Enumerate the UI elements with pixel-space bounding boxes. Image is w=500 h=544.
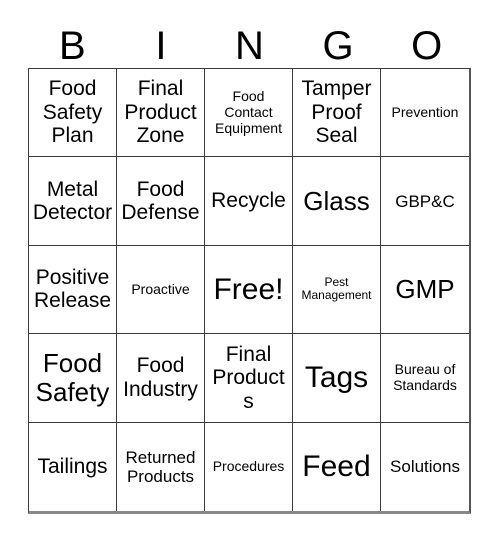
bingo-grid: Food Safety Plan Final Product Zone Food…: [28, 68, 471, 514]
bingo-cell-label: Recycle: [211, 189, 286, 213]
bingo-cell-label: GBP&C: [395, 191, 455, 211]
bingo-cell-label: Tags: [304, 361, 369, 395]
bingo-cell[interactable]: Glass: [293, 157, 381, 246]
bingo-cell-label: Returned Products: [125, 447, 196, 486]
bingo-cell[interactable]: Final Product Zone: [117, 69, 205, 158]
bingo-cell-label: Metal Detector: [32, 177, 113, 225]
bingo-cell-label: Food Safety: [35, 347, 110, 407]
bingo-header: B I N G O: [28, 18, 471, 68]
bingo-cell-label: Prevention: [391, 103, 459, 120]
bingo-cell[interactable]: Prevention: [381, 69, 469, 158]
bingo-cell-label: Food Defense: [121, 177, 200, 225]
bingo-cell[interactable]: Food Safety: [29, 334, 117, 423]
bingo-cell-label: Tailings: [37, 455, 108, 479]
bingo-cell[interactable]: GMP: [381, 245, 469, 335]
bingo-cell-label: Food Safety Plan: [42, 77, 103, 148]
bingo-cell[interactable]: Final Products: [205, 334, 293, 423]
bingo-cell-label: Bureau of Standards: [393, 361, 457, 393]
bingo-card: B I N G O Food Safety Plan Final Product…: [0, 0, 500, 544]
bingo-cell-label: Free!: [213, 272, 284, 306]
bingo-cell[interactable]: Procedures: [205, 422, 293, 511]
bingo-cell[interactable]: Metal Detector: [29, 157, 117, 246]
bingo-cell[interactable]: GBP&C: [381, 157, 469, 246]
bingo-cell[interactable]: Tailings: [29, 422, 117, 511]
bingo-cell[interactable]: Tamper Proof Seal: [293, 69, 381, 158]
bingo-cell-label: Pest Management: [301, 275, 372, 303]
bingo-cell-label: GMP: [395, 273, 455, 304]
bingo-cell-label: Positive Release: [33, 265, 112, 313]
bingo-cell[interactable]: Positive Release: [29, 245, 117, 335]
bingo-cell-label: Glass: [303, 185, 370, 216]
bingo-cell[interactable]: Solutions: [381, 422, 469, 511]
bingo-cell[interactable]: Returned Products: [117, 422, 205, 511]
bingo-cell[interactable]: Recycle: [205, 157, 293, 246]
bingo-cell[interactable]: Proactive: [117, 245, 205, 335]
bingo-cell-label: Food Contact Equipment: [215, 88, 282, 136]
header-letter-n: N: [235, 24, 264, 68]
bingo-cell[interactable]: Pest Management: [293, 245, 381, 335]
bingo-cell[interactable]: Food Defense: [117, 157, 205, 246]
bingo-cell-label: Proactive: [131, 280, 190, 297]
bingo-cell[interactable]: Food Industry: [117, 334, 205, 423]
bingo-cell-label: Tamper Proof Seal: [301, 77, 372, 148]
bingo-cell-label: Food Industry: [123, 354, 198, 401]
bingo-cell-label: Solutions: [390, 457, 460, 477]
bingo-cell[interactable]: Food Contact Equipment: [205, 69, 293, 158]
header-letter-g: G: [322, 24, 354, 68]
bingo-cell[interactable]: Feed: [293, 422, 381, 511]
bingo-cell-free[interactable]: Free!: [205, 245, 293, 335]
header-letter-o: O: [411, 24, 443, 68]
bingo-cell[interactable]: Tags: [293, 334, 381, 423]
header-letter-i: I: [155, 24, 167, 68]
bingo-cell-label: Final Product Zone: [124, 77, 197, 148]
bingo-cell[interactable]: Bureau of Standards: [381, 334, 469, 423]
bingo-cell[interactable]: Food Safety Plan: [29, 69, 117, 158]
bingo-cell-label: Procedures: [212, 457, 285, 474]
header-letter-b: B: [58, 24, 86, 68]
bingo-cell-label: Feed: [302, 450, 371, 483]
bingo-cell-label: Final Products: [212, 342, 285, 413]
